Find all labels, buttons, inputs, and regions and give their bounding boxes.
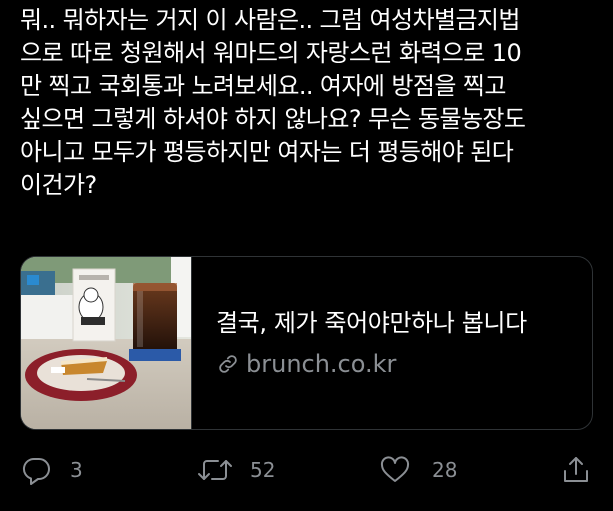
like-count: 28	[432, 458, 458, 482]
tweet-line: 아니고 모두가 평등하지만 여자는 더 평등해야 된다	[20, 138, 514, 166]
like-button[interactable]: 28	[380, 452, 457, 488]
card-title: 결국, 제가 죽어야만하나 봅니다	[216, 309, 527, 337]
cafe-photo-image	[21, 257, 191, 429]
tweet-actions: 3 52 28	[0, 452, 613, 488]
reply-icon	[22, 455, 52, 485]
card-domain: brunch.co.kr	[216, 349, 592, 379]
card-thumbnail	[21, 257, 192, 429]
retweet-icon	[196, 455, 234, 485]
link-preview-card[interactable]: 결국, 제가 죽어야만하나 봅니다 brunch.co.kr	[20, 256, 593, 430]
retweet-count: 52	[250, 458, 276, 482]
share-icon	[561, 455, 591, 485]
tweet-line: 이건가?	[20, 171, 97, 199]
reply-count: 3	[70, 458, 83, 482]
tweet-text: 뭐.. 뭐하자는 거지 이 사람은.. 그럼 여성차별금지법 으로 따로 청원해…	[20, 4, 598, 202]
tweet-line: 뭐.. 뭐하자는 거지 이 사람은.. 그럼 여성차별금지법	[20, 6, 520, 34]
tweet-line: 으로 따로 청원해서 워마드의 자랑스런 화력으로 10	[20, 39, 522, 67]
retweet-button[interactable]: 52	[196, 452, 275, 488]
tweet-line: 싶으면 그렇게 하셔야 하지 않나요? 무슨 동물농장도	[20, 105, 526, 133]
card-domain-text: brunch.co.kr	[246, 350, 397, 378]
tweet-line: 만 찍고 국회통과 노려보세요.. 여자에 방점을 찍고	[20, 72, 506, 100]
share-button[interactable]	[561, 452, 591, 488]
card-body: 결국, 제가 죽어야만하나 봅니다 brunch.co.kr	[192, 257, 592, 429]
reply-button[interactable]: 3	[22, 452, 83, 488]
heart-icon	[380, 455, 410, 485]
link-icon	[216, 352, 240, 376]
